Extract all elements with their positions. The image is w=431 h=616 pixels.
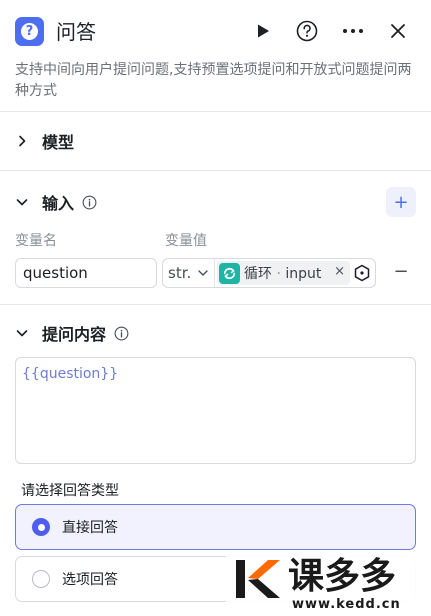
watermark-logo [236,560,280,598]
section-model-label: 模型 [42,133,75,152]
variable-value-field[interactable]: str. 循环 · input × [162,258,376,288]
chevron-down-icon [16,199,28,206]
section-prompt-header[interactable]: 提问内容 [15,320,129,346]
info-icon[interactable] [114,326,129,341]
question-mark-icon: ? [15,17,44,46]
info-icon[interactable] [82,195,97,210]
watermark: 课多多 www.kedd.cn [226,554,431,616]
clear-reference-button[interactable]: × [334,264,345,279]
section-input-label: 输入 [42,194,75,213]
section-model-header[interactable]: 模型 [15,128,74,154]
answer-option-label: 直接回答 [62,520,118,536]
chevron-right-icon [19,135,26,147]
answer-type-label: 请选择回答类型 [21,483,119,499]
divider [0,111,431,112]
radio-selected-icon [32,518,50,536]
watermark-url: www.kedd.cn [292,597,401,612]
chevron-down-icon [198,270,208,276]
close-icon [391,24,405,38]
play-icon [258,24,269,38]
node-header: ? 问答 [0,0,431,62]
section-prompt-label: 提问内容 [42,325,107,344]
prompt-content-textarea[interactable]: {{question}} [15,357,416,464]
chevron-down-icon [16,330,28,337]
help-button[interactable] [294,18,320,44]
watermark-text: 课多多 [288,556,397,597]
answer-option-direct[interactable]: 直接回答 [15,504,416,550]
divider [0,304,431,305]
help-icon [296,20,318,42]
loop-icon [219,262,240,284]
column-label-name: 变量名 [15,233,57,249]
type-select[interactable]: str. [168,259,209,287]
variable-picker-icon[interactable] [353,264,371,282]
more-button[interactable] [340,18,366,44]
divider [0,170,431,171]
radio-unselected-icon [32,570,50,588]
answer-option-label: 选项回答 [62,572,118,588]
column-label-value: 变量值 [165,233,207,249]
type-select-value: str. [168,264,192,282]
add-input-button[interactable]: + [386,187,416,217]
variable-reference-tag[interactable]: 循环 · input × [217,261,350,285]
variable-name-input[interactable]: question [15,258,157,288]
more-icon [343,29,363,33]
remove-input-button[interactable]: − [392,259,410,287]
divider [214,259,215,287]
play-button[interactable] [250,18,276,44]
node-title[interactable]: 问答 [56,18,96,46]
node-description: 支持中间向用户提问问题,支持预置选项提问和开放式问题提问两种方式 [15,62,412,99]
reference-label: 循环 · input [244,266,322,282]
close-button[interactable] [385,18,411,44]
section-input-header[interactable]: 输入 [15,189,97,215]
